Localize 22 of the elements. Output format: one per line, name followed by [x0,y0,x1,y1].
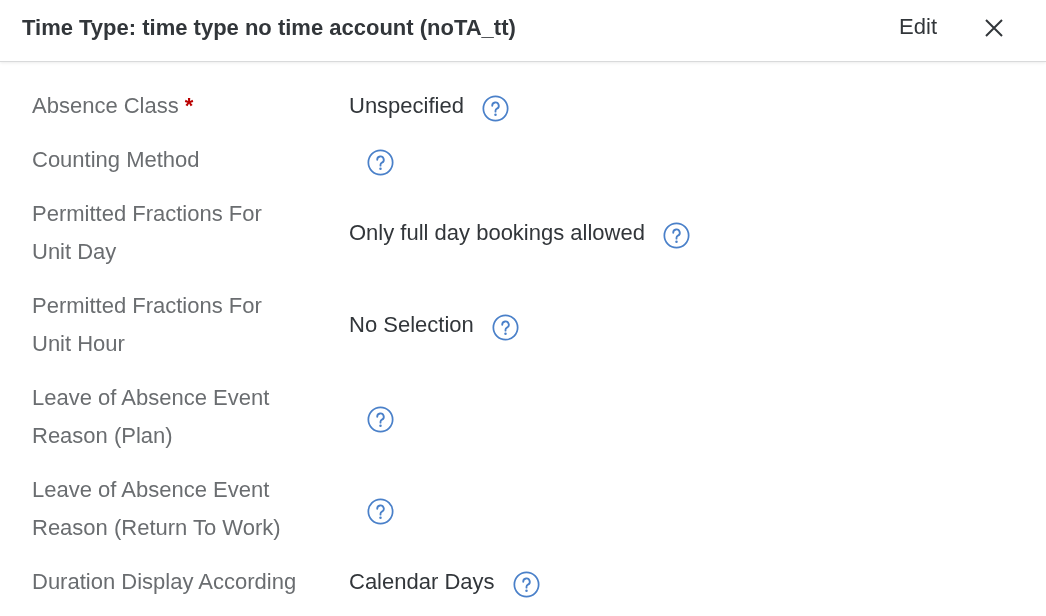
field-value: Calendar Days [349,568,495,596]
field-label: Duration Display According [32,569,297,594]
field-label: Leave of Absence Event Reason (Plan) [32,385,270,448]
field-label: Permitted Fractions For Unit Hour [32,293,262,356]
help-icon[interactable] [662,221,690,249]
help-icon[interactable] [481,94,509,122]
help-icon[interactable] [367,405,394,433]
field-label: Absence Class [32,93,179,118]
help-icon[interactable] [367,497,394,525]
help-icon[interactable] [367,148,394,176]
help-icon[interactable] [512,570,540,598]
required-asterisk: * [184,93,194,118]
close-icon [985,18,1003,37]
field-value: Unspecified [349,92,464,120]
field-value: Only full day bookings allowed [349,219,645,247]
edit-button[interactable]: Edit [889,8,947,47]
dialog-title: Time Type: time type no time account (noTA_tt) [22,14,516,42]
field-label: Permitted Fractions For Unit Day [32,201,262,264]
field-label: Counting Method [32,147,200,172]
field-label: Leave of Absence Event Reason (Return To Work) [32,477,281,540]
field-value: No Selection [349,311,474,339]
help-icon[interactable] [491,313,519,341]
